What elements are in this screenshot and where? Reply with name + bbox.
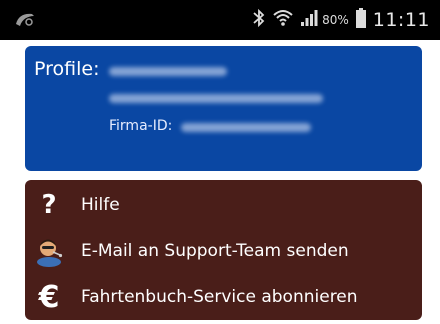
wifi-icon (272, 8, 294, 32)
firma-id-label: Firma-ID: (109, 118, 173, 134)
redacted-url (109, 94, 323, 103)
redacted-firma-id (181, 123, 311, 132)
profile-label: Profile: (34, 58, 100, 80)
menu-item-label: E-Mail an Support-Team senden (81, 241, 349, 261)
menu-card: ? Hilfe E-Mail an Support-Team senden € … (25, 180, 422, 320)
redacted-email (109, 67, 227, 76)
menu-item-help[interactable]: ? Hilfe (25, 184, 422, 226)
euro-icon: € (38, 279, 60, 315)
bluetooth-icon (252, 8, 266, 32)
menu-item-label: Hilfe (81, 195, 120, 215)
menu-item-email-support[interactable]: E-Mail an Support-Team senden (25, 230, 422, 272)
menu-item-subscribe[interactable]: € Fahrtenbuch-Service abonnieren (25, 276, 422, 318)
clock: 11:11 (372, 9, 430, 31)
support-agent-icon (33, 235, 65, 267)
profile-card[interactable]: Profile: Firma-ID: (25, 46, 422, 171)
battery-percent: 80% (322, 13, 349, 27)
menu-item-label: Fahrtenbuch-Service abonnieren (81, 287, 358, 307)
signal-icon (300, 9, 318, 31)
status-icons: 80% 11:11 (252, 0, 430, 40)
battery-icon (355, 7, 367, 33)
app-notification-icon (14, 10, 36, 30)
question-mark-icon: ? (41, 190, 57, 220)
status-bar: 80% 11:11 (0, 0, 440, 40)
